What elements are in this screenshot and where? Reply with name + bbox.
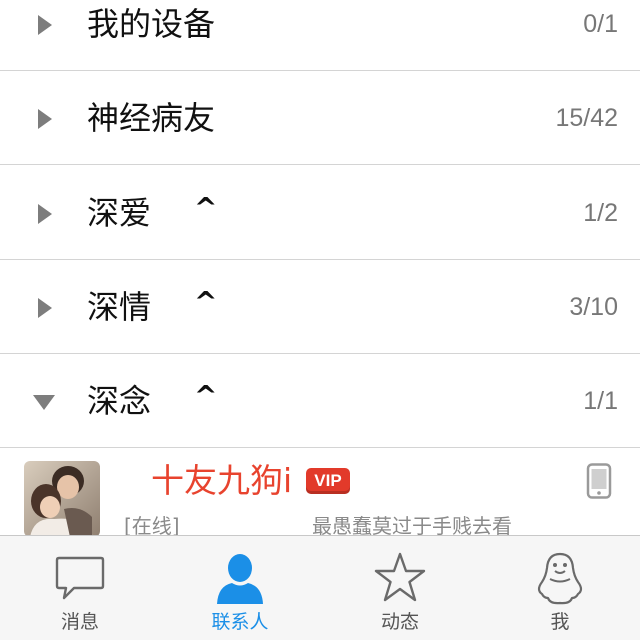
group-row-shenai[interactable]: 深爱 ^ 1/2 (0, 166, 640, 260)
group-count: 15/42 (555, 104, 618, 132)
chevron-down-icon (33, 395, 55, 410)
group-row-shennian[interactable]: 深念 ^ 1/1 (0, 354, 640, 448)
star-icon (374, 552, 426, 602)
contacts-person-icon (217, 554, 263, 604)
group-count: 0/1 (583, 10, 618, 38)
group-mark: ^ (194, 191, 218, 224)
chevron-right-icon (38, 298, 52, 318)
chevron-right-icon (38, 109, 52, 129)
group-count: 1/2 (583, 199, 618, 227)
tab-moments[interactable]: 动态 (320, 536, 480, 640)
chevron-right-icon (38, 15, 52, 35)
contact-row[interactable]: 十友九狗i VIP [在线] 最愚蠢莫过于手贱去看 (0, 449, 640, 549)
group-name: 深爱 (87, 194, 152, 232)
group-row-shenqing[interactable]: 深情 ^ 3/10 (0, 260, 640, 354)
tab-messages[interactable]: 消息 (0, 536, 160, 640)
vip-badge: VIP (306, 468, 350, 494)
group-name: 深情 (87, 288, 152, 326)
chat-bubble-icon (55, 556, 105, 600)
bottom-tab-bar: 消息 联系人 动态 我 (0, 535, 640, 640)
tab-label: 我 (550, 611, 570, 633)
tab-label: 动态 (380, 611, 419, 633)
group-count: 3/10 (569, 293, 618, 321)
chevron-right-icon (38, 204, 52, 224)
group-mark: ^ (194, 285, 218, 318)
group-mark: ^ (194, 379, 218, 412)
tab-me[interactable]: 我 (480, 536, 640, 640)
group-row-friends[interactable]: 神经病友 15/42 (0, 71, 640, 165)
tab-label: 联系人 (211, 611, 269, 633)
group-name: 我的设备 (87, 5, 216, 43)
avatar[interactable] (24, 461, 100, 537)
contact-name: 十友九狗i (151, 461, 293, 500)
group-row-my-devices[interactable]: 我的设备 0/1 (0, 0, 640, 71)
group-name: 神经病友 (87, 99, 216, 137)
tab-label: 消息 (60, 611, 99, 633)
tab-contacts[interactable]: 联系人 (160, 536, 320, 640)
group-count: 1/1 (583, 387, 618, 415)
group-name: 深念 (87, 382, 152, 420)
penguin-icon (537, 552, 583, 605)
mobile-phone-icon (586, 463, 612, 503)
